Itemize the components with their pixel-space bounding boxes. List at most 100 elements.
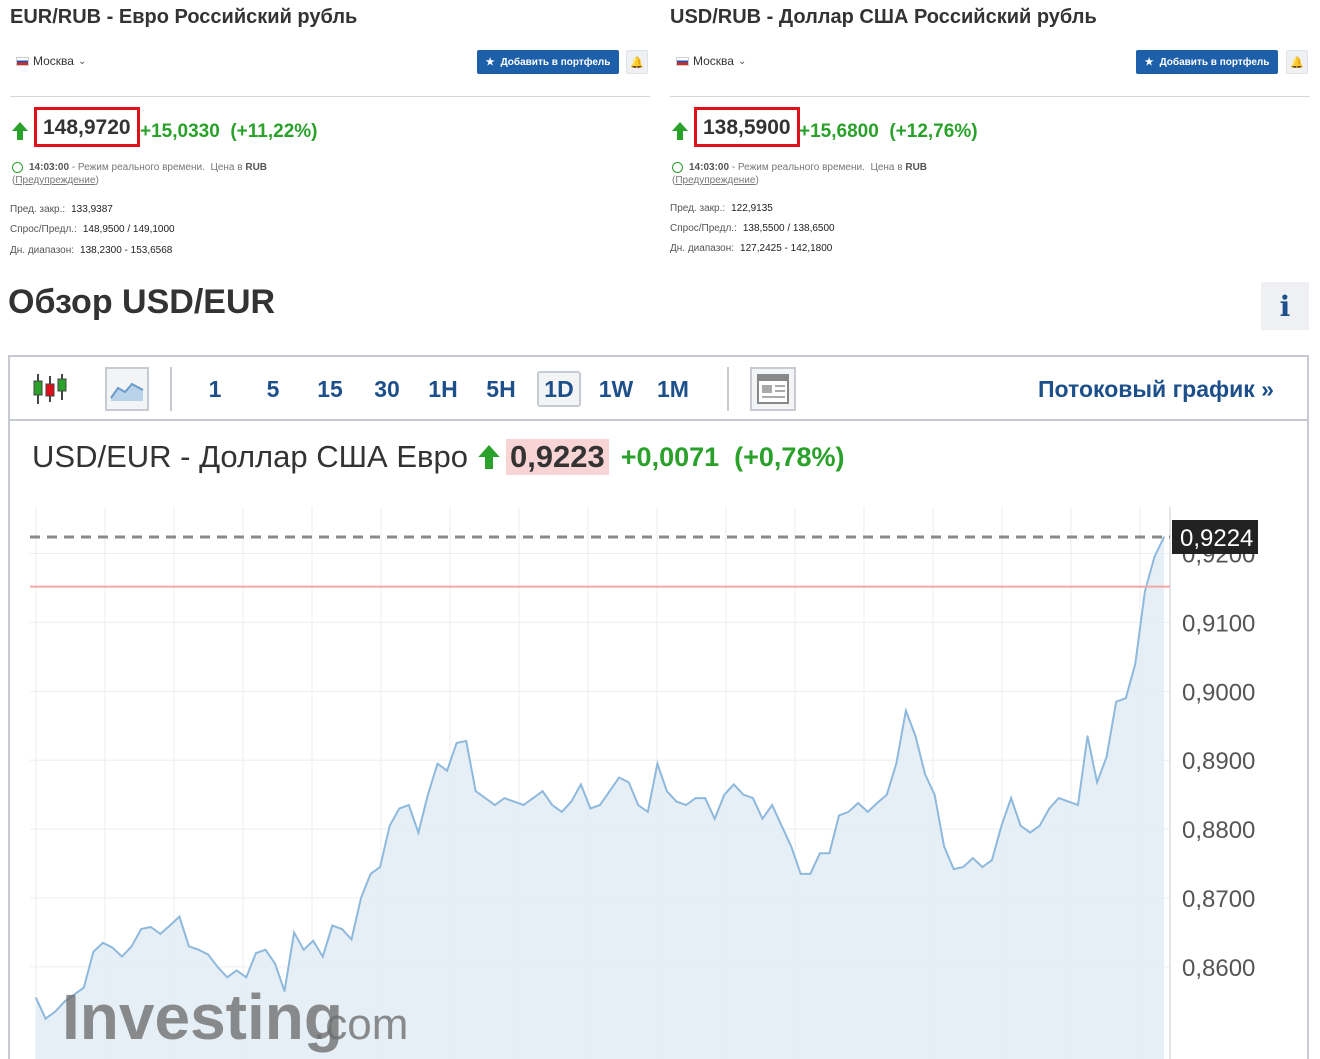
data-point: [207, 953, 209, 956]
data-point: [235, 969, 238, 972]
y-tick-label: 0,9000: [1182, 679, 1255, 706]
period-1[interactable]: 1: [200, 371, 230, 407]
change-value: +15,0330: [140, 121, 220, 142]
data-point: [1010, 797, 1012, 799]
last-price: 148,9720: [34, 107, 140, 147]
bid-ask-label: Спрос/Предл.:: [670, 223, 737, 234]
alert-bell-icon[interactable]: 🔔: [626, 50, 648, 74]
chart-change: +0,0071 (+0,78%): [621, 442, 845, 473]
data-point: [847, 811, 850, 813]
data-point: [551, 804, 553, 806]
price-chart[interactable]: 0,8600 0,8700 0,8800 0,8900 0,9000 0,9100 0,92…: [10, 487, 1307, 1059]
news-layout-icon[interactable]: [750, 367, 796, 411]
data-point: [102, 942, 104, 944]
data-point: [1029, 831, 1031, 834]
day-range-value: 127,2425 - 142,1800: [740, 243, 833, 254]
data-point: [627, 781, 630, 784]
data-point: [675, 800, 678, 803]
alert-bell-icon[interactable]: 🔔: [1286, 50, 1308, 74]
data-point: [169, 924, 171, 927]
russia-flag-icon: [676, 56, 689, 66]
data-point: [866, 811, 869, 813]
data-point: [1086, 735, 1089, 737]
y-tick-label: 0,8600: [1182, 955, 1255, 982]
period-15[interactable]: 15: [310, 371, 350, 407]
divider: [10, 96, 650, 97]
period-1d[interactable]: 1D: [537, 371, 581, 407]
data-point: [905, 709, 907, 712]
data-point: [1000, 824, 1003, 827]
day-range-value: 138,2300 - 153,6568: [80, 245, 173, 256]
data-point: [962, 866, 965, 868]
currency-value: RUB: [245, 162, 268, 173]
warning-line: (Предупреждение): [12, 175, 99, 186]
data-point: [1105, 756, 1108, 758]
period-5[interactable]: 5: [258, 371, 288, 407]
realtime-label: - Режим реального времени.: [71, 162, 205, 173]
location-dropdown[interactable]: Москва ⌄: [16, 54, 86, 68]
day-range-label: Дн. диапазон:: [10, 245, 75, 256]
data-point: [226, 976, 228, 979]
investing-watermark: Investing: [62, 981, 343, 1053]
period-1h[interactable]: 1H: [422, 371, 464, 407]
data-point: [1077, 804, 1079, 806]
chart-change-percent: (+0,78%): [734, 441, 845, 472]
data-point: [388, 824, 391, 827]
add-to-portfolio-button[interactable]: ★ Добавить в портфель: [1136, 50, 1278, 74]
streaming-chart-link[interactable]: Потоковый график »: [1038, 371, 1274, 407]
clock-icon: [12, 162, 23, 173]
info-button[interactable]: i: [1261, 282, 1309, 330]
russia-flag-icon: [16, 56, 29, 66]
data-point: [44, 1017, 47, 1020]
add-to-portfolio-button[interactable]: ★ Добавить в портфель: [477, 50, 619, 74]
data-point: [933, 793, 936, 796]
period-1m[interactable]: 1M: [650, 371, 696, 407]
data-point: [54, 1010, 56, 1013]
period-1w[interactable]: 1W: [593, 371, 639, 407]
prev-close-label: Пред. закр.:: [670, 203, 726, 214]
chevron-down-icon: ⌄: [737, 55, 747, 67]
location-dropdown[interactable]: Москва ⌄: [676, 54, 746, 68]
data-point: [723, 793, 726, 796]
data-point: [742, 793, 745, 796]
chart-instrument-name: USD/EUR - Доллар США Евро: [32, 439, 468, 474]
data-point: [761, 818, 764, 820]
period-5h[interactable]: 5H: [480, 371, 522, 407]
warning-link[interactable]: Предупреждение: [15, 175, 95, 186]
time-value: 14:03:00: [689, 162, 730, 173]
data-point: [255, 952, 257, 954]
paren-close: ): [755, 175, 759, 186]
data-point: [618, 776, 620, 779]
data-point: [302, 948, 305, 951]
candlestick-chart-icon[interactable]: [28, 367, 72, 411]
data-point: [1125, 697, 1127, 699]
area-chart-icon[interactable]: [105, 367, 149, 411]
chevron-down-icon: ⌄: [77, 55, 87, 67]
data-point: [876, 802, 878, 804]
data-point: [580, 783, 582, 786]
period-30[interactable]: 30: [367, 371, 407, 407]
warning-link[interactable]: Предупреждение: [675, 175, 755, 186]
currency-label: Цена в: [210, 162, 243, 173]
chart-change-value: +0,0071: [620, 441, 720, 472]
bid-ask-value: 138,5500 / 138,6500: [742, 223, 835, 234]
data-point: [914, 735, 917, 737]
data-point: [92, 951, 95, 953]
investing-watermark-suffix: .com: [313, 1000, 408, 1049]
data-point: [322, 955, 324, 958]
data-point: [857, 802, 859, 804]
data-point: [484, 797, 487, 799]
bid-ask-row: Спрос/Предл.: 138,5500 / 138,6500: [670, 223, 835, 234]
data-point: [446, 769, 448, 772]
data-point: [561, 811, 563, 813]
data-point: [360, 897, 362, 899]
data-point: [1058, 797, 1060, 799]
data-point: [216, 966, 219, 968]
currency-value: RUB: [905, 162, 928, 173]
data-point: [503, 797, 506, 799]
data-point: [436, 762, 439, 765]
realtime-label: - Режим реального времени.: [731, 162, 865, 173]
data-point: [991, 859, 993, 861]
data-point: [780, 824, 783, 827]
data-point: [350, 938, 353, 941]
